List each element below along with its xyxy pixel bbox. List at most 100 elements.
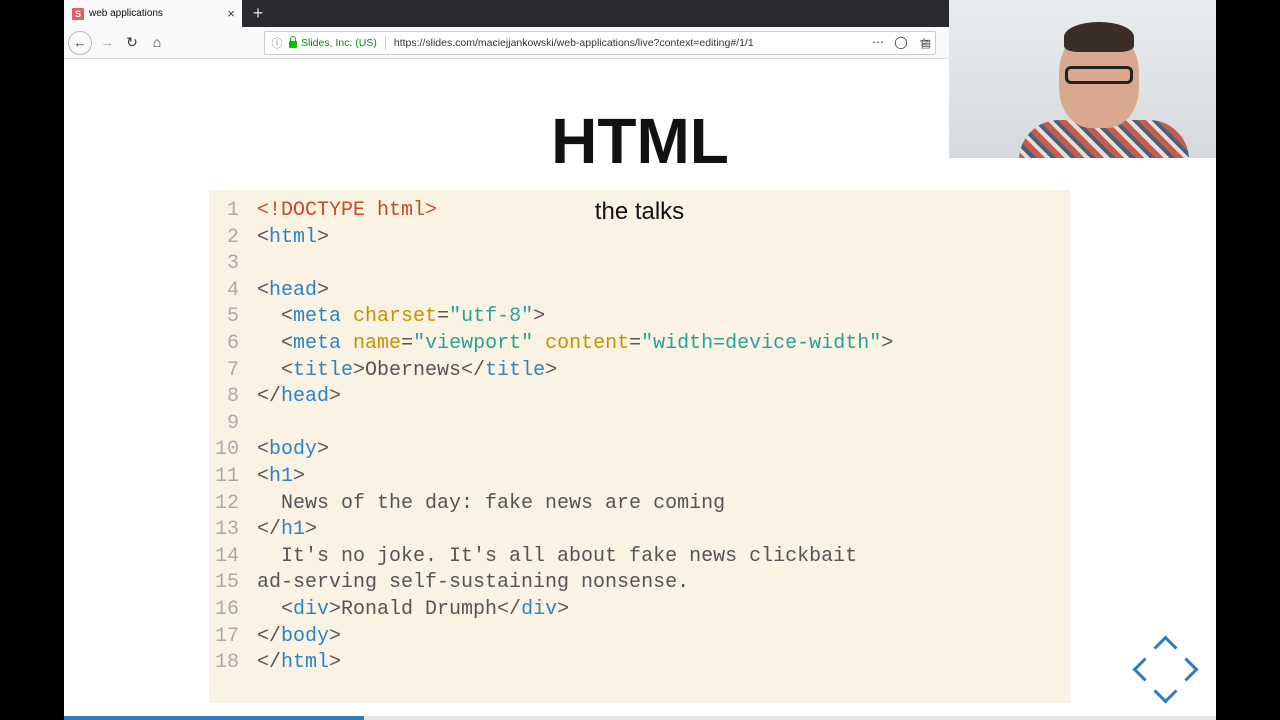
urlbar-divider — [384, 36, 386, 50]
code-token: > — [293, 465, 306, 488]
home-icon[interactable]: ⌂ — [146, 31, 168, 53]
code-token: name — [353, 332, 402, 355]
reload-icon[interactable]: ↻ — [121, 31, 143, 53]
code-token: ad-serving self-sustaining nonsense. — [257, 571, 690, 595]
line-number: 6 — [226, 332, 239, 355]
code-token: < — [257, 358, 294, 382]
forward-arrow-icon[interactable]: → — [96, 31, 118, 53]
overlay-caption: the talks — [594, 198, 685, 225]
code-token: > — [557, 598, 570, 621]
code-token: > — [881, 332, 894, 355]
navigation-toolbar: ← → ↻ ⌂ ⓘ Slides, Inc. (US) https://slid… — [64, 27, 949, 59]
line-number: 14 — [214, 544, 239, 568]
code-token: = — [437, 305, 450, 329]
code-token: </ — [257, 518, 282, 542]
code-token: title — [293, 358, 354, 382]
code-text: <meta name="viewport" content="width=dev… — [257, 331, 893, 357]
line-number: 5 — [226, 305, 239, 329]
line-number: 2 — [226, 225, 239, 249]
code-token: >Obernews</ — [353, 358, 486, 382]
more-icon[interactable]: ⋯ — [869, 31, 887, 53]
site-identity[interactable]: Slides, Inc. (US) — [301, 37, 377, 49]
code-text: </h1> — [257, 517, 317, 543]
code-text: <body> — [257, 437, 329, 463]
code-token: > — [329, 624, 342, 648]
code-token: div — [293, 598, 330, 621]
line-number: 9 — [226, 411, 239, 435]
code-token: < — [257, 465, 270, 488]
code-token: head — [281, 385, 330, 409]
nav-up-arrow-icon[interactable] — [1153, 635, 1178, 660]
code-text: </html> — [257, 650, 341, 676]
line-number: 15 — [214, 571, 239, 595]
code-token: charset — [353, 305, 438, 329]
code-token: > — [317, 278, 330, 302]
nav-down-arrow-icon[interactable] — [1153, 679, 1178, 704]
code-token: meta — [293, 332, 342, 355]
code-text: It's no joke. It's all about fake news c… — [257, 544, 857, 570]
code-text: <div>Ronald Drumph</div> — [257, 597, 569, 623]
slide-progress-fill — [64, 716, 364, 720]
code-token: meta — [293, 305, 342, 329]
code-token: > — [533, 305, 546, 329]
code-text: <head> — [257, 278, 329, 304]
back-arrow-icon[interactable]: ← — [68, 31, 92, 55]
code-token: head — [269, 278, 318, 302]
code-token: </ — [257, 651, 282, 675]
code-text: </head> — [257, 384, 341, 410]
code-token: < — [257, 305, 294, 329]
code-text: <html> — [257, 225, 329, 251]
code-token: html — [281, 651, 330, 675]
nav-right-arrow-icon[interactable] — [1174, 657, 1199, 682]
code-token: News of the day: fake news are coming — [257, 491, 726, 515]
line-number: 16 — [214, 598, 239, 621]
code-token: "width=device-width" — [641, 332, 882, 355]
code-token: < — [257, 332, 294, 355]
slides-favicon-icon: S — [72, 7, 84, 20]
webcam-overlay — [949, 0, 1216, 158]
code-text: <title>Obernews</title> — [257, 358, 557, 384]
slide-canvas: HTML 1 <!DOCTYPE html> 2 <html> 3 4 <head> 5 <m… — [64, 59, 1216, 720]
pocket-icon[interactable]: ◯ — [892, 31, 910, 53]
line-number: 11 — [214, 465, 239, 488]
code-token: body — [281, 624, 330, 648]
code-token: It's no joke. It's all about fake news c… — [257, 544, 858, 568]
line-number: 3 — [226, 252, 239, 276]
line-number: 7 — [226, 358, 239, 382]
address-bar[interactable]: ⓘ Slides, Inc. (US) https://slides.com/m… — [264, 31, 936, 55]
line-number: 13 — [214, 518, 239, 542]
line-number: 8 — [226, 385, 239, 409]
code-token: < — [257, 278, 270, 302]
close-tab-icon[interactable]: × — [222, 6, 240, 21]
info-icon[interactable]: ⓘ — [271, 35, 283, 51]
code-token: html — [269, 225, 318, 249]
lock-icon — [289, 36, 297, 48]
code-token: > — [329, 651, 342, 675]
code-token: < — [257, 438, 270, 462]
url-text[interactable]: https://slides.com/maciejjankowski/web-a… — [394, 37, 917, 49]
new-tab-icon[interactable]: + — [248, 2, 268, 24]
code-token: title — [485, 358, 546, 382]
tab-title: web applications — [89, 8, 163, 19]
code-block: 1 <!DOCTYPE html> 2 <html> 3 4 <head> 5 <meta c… — [209, 190, 1070, 703]
code-token: > — [305, 518, 318, 542]
code-token: h1 — [281, 518, 306, 542]
code-token: > — [545, 358, 558, 382]
slide-navigation-controls — [1126, 633, 1206, 713]
browser-tab[interactable]: S web applications × — [64, 0, 242, 27]
code-token: </ — [257, 385, 282, 409]
code-token: < — [257, 225, 270, 249]
code-text: ad-serving self-sustaining nonsense. — [257, 570, 689, 596]
code-token: "viewport" — [413, 332, 534, 355]
code-token: div — [521, 598, 558, 621]
tab-bar: S web applications × + — [64, 0, 949, 27]
code-text: News of the day: fake news are coming — [257, 491, 725, 517]
bookmark-star-icon[interactable]: ☆ — [915, 31, 933, 53]
code-text: </body> — [257, 624, 341, 650]
nav-left-arrow-icon[interactable] — [1132, 657, 1157, 682]
code-text: <h1> — [257, 464, 305, 490]
code-token: h1 — [269, 465, 294, 488]
